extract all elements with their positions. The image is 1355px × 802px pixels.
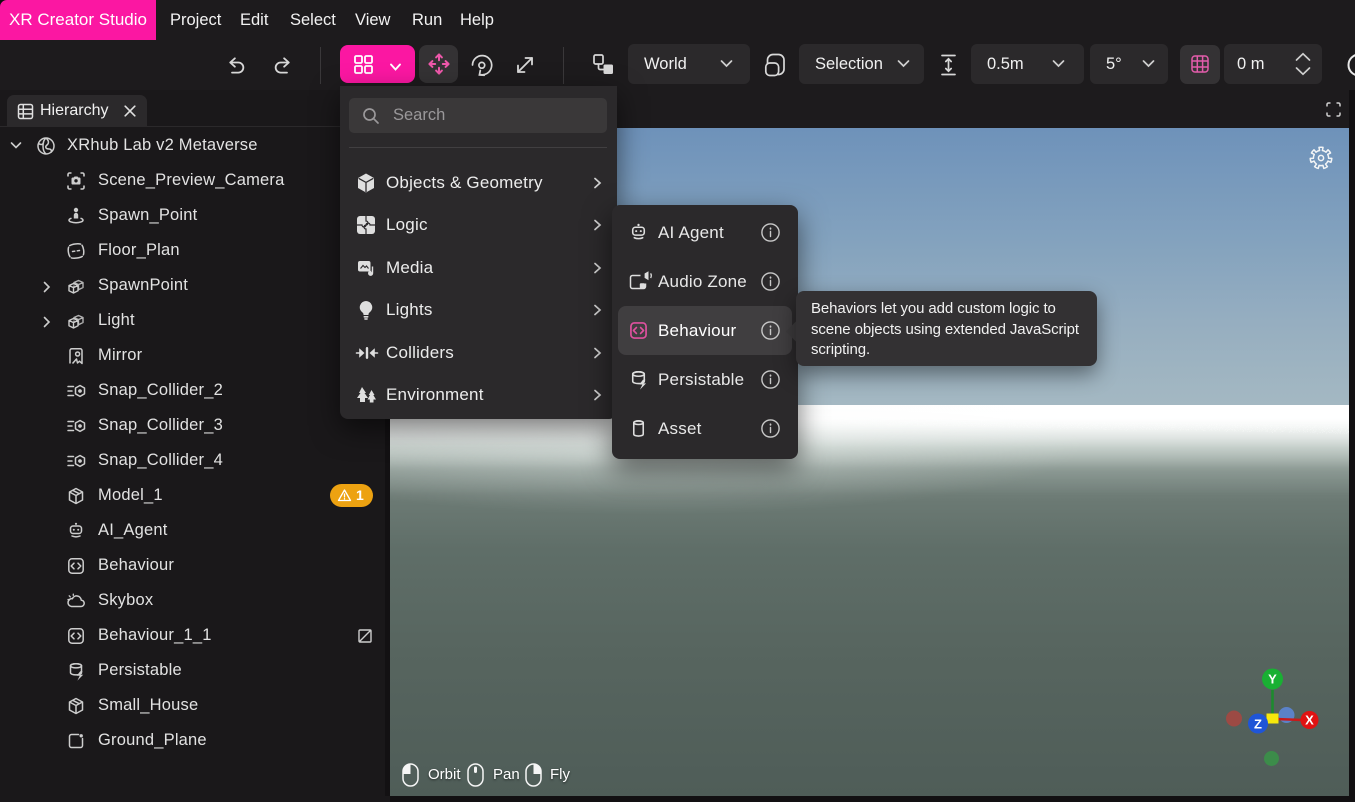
svg-text:Z: Z [1254,717,1262,732]
svg-text:X: X [1305,713,1314,728]
svg-text:Y: Y [1268,672,1277,687]
